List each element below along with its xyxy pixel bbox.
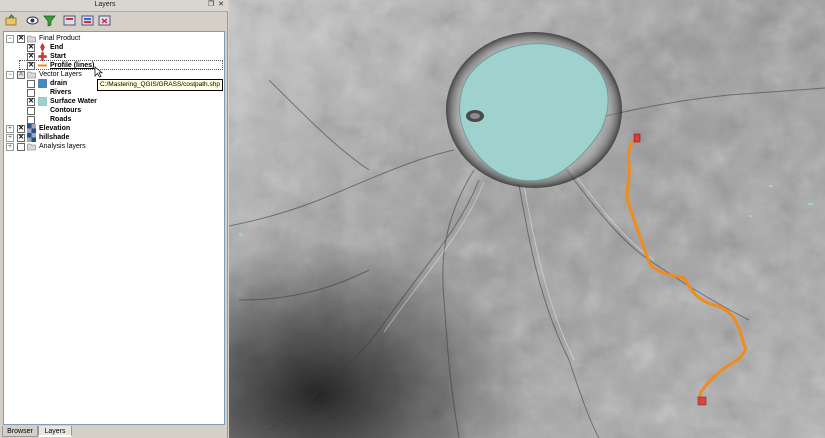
layer-checkbox[interactable] xyxy=(27,80,35,88)
remove-layer-icon[interactable] xyxy=(98,14,111,27)
layer-start[interactable]: ✕ Start xyxy=(4,52,224,61)
layer-checkbox[interactable] xyxy=(27,107,35,115)
layer-checkbox[interactable] xyxy=(17,143,25,151)
layer-label: Roads xyxy=(50,116,72,123)
layer-label: Elevation xyxy=(39,125,71,132)
layer-label: Contours xyxy=(50,107,82,114)
lightblue-polygon-icon xyxy=(38,97,47,106)
tab-browser[interactable]: Browser xyxy=(2,426,38,437)
layer-label: End xyxy=(50,44,64,51)
layer-checkbox[interactable]: ✕ xyxy=(27,62,35,70)
layer-label: hillshade xyxy=(39,134,70,141)
layers-panel: Layers ❐ ✕ − ✕ Final Product ✕ End ✕ Sta… xyxy=(0,0,228,438)
layer-checkbox[interactable]: ✕ xyxy=(17,134,25,142)
collapse-icon[interactable]: − xyxy=(6,71,14,79)
raster-icon xyxy=(27,133,36,142)
layer-label: Start xyxy=(50,53,66,60)
layer-profile-lines[interactable]: ✕ Profile (lines) xyxy=(4,61,224,70)
expand-all-icon[interactable] xyxy=(81,14,94,27)
folder-icon xyxy=(27,143,36,151)
layer-checkbox[interactable]: ✕ xyxy=(17,71,25,79)
close-icon[interactable]: ✕ xyxy=(217,1,225,9)
orange-line-icon xyxy=(38,64,47,67)
layer-label: Rivers xyxy=(50,89,72,96)
layer-surface-water[interactable]: ✕ Surface Water xyxy=(4,97,224,106)
layer-end[interactable]: ✕ End xyxy=(4,43,224,52)
folder-icon xyxy=(27,35,36,43)
layer-hillshade[interactable]: + ✕ hillshade xyxy=(4,133,224,142)
layer-label: Analysis layers xyxy=(39,143,86,150)
blue-polygon-icon xyxy=(38,79,47,88)
expand-icon[interactable]: + xyxy=(6,143,14,151)
layer-label: drain xyxy=(50,80,68,87)
layer-checkbox[interactable] xyxy=(27,89,35,97)
expand-icon[interactable]: + xyxy=(6,134,14,142)
group-final-product[interactable]: − ✕ Final Product xyxy=(4,34,224,43)
layer-path-tooltip: C:/Mastering_QGIS/GRASS/costpath.shp xyxy=(97,79,223,91)
collapse-icon[interactable]: − xyxy=(6,35,14,43)
red-cross-icon xyxy=(38,52,47,61)
start-marker xyxy=(697,396,707,406)
layer-label: Profile (lines) xyxy=(50,62,95,69)
raster-icon xyxy=(27,124,36,133)
red-pin-icon xyxy=(40,43,45,52)
map-canvas[interactable] xyxy=(229,0,825,438)
undock-icon[interactable]: ❐ xyxy=(207,1,215,9)
group-analysis-layers[interactable]: + Analysis layers xyxy=(4,142,224,151)
layer-checkbox[interactable]: ✕ xyxy=(17,35,25,43)
layer-checkbox[interactable]: ✕ xyxy=(27,53,35,61)
open-layer-icon[interactable] xyxy=(5,14,18,27)
tab-layers[interactable]: Layers xyxy=(38,426,72,437)
layer-checkbox[interactable] xyxy=(27,116,35,124)
expand-icon[interactable]: + xyxy=(6,125,14,133)
layer-roads[interactable]: Roads xyxy=(4,115,224,124)
end-marker xyxy=(633,133,641,143)
layer-contours[interactable]: Contours xyxy=(4,106,224,115)
layer-label: Final Product xyxy=(39,35,81,42)
panel-title: Layers xyxy=(94,1,116,8)
folder-icon xyxy=(27,71,36,79)
layer-label: Vector Layers xyxy=(39,71,82,78)
hillshade-map xyxy=(229,0,825,438)
layer-elevation[interactable]: + ✕ Elevation xyxy=(4,124,224,133)
show-layer-icon[interactable] xyxy=(26,14,39,27)
layer-checkbox[interactable]: ✕ xyxy=(27,44,35,52)
filter-legend-icon[interactable] xyxy=(43,14,56,27)
mouse-cursor-icon xyxy=(94,66,103,78)
layer-checkbox[interactable]: ✕ xyxy=(27,98,35,106)
group-vector-layers[interactable]: − ✕ Vector Layers xyxy=(4,70,224,79)
layer-label: Surface Water xyxy=(50,98,97,105)
layers-toolbar xyxy=(0,11,228,30)
add-group-icon[interactable] xyxy=(63,14,76,27)
layer-checkbox[interactable]: ✕ xyxy=(17,125,25,133)
